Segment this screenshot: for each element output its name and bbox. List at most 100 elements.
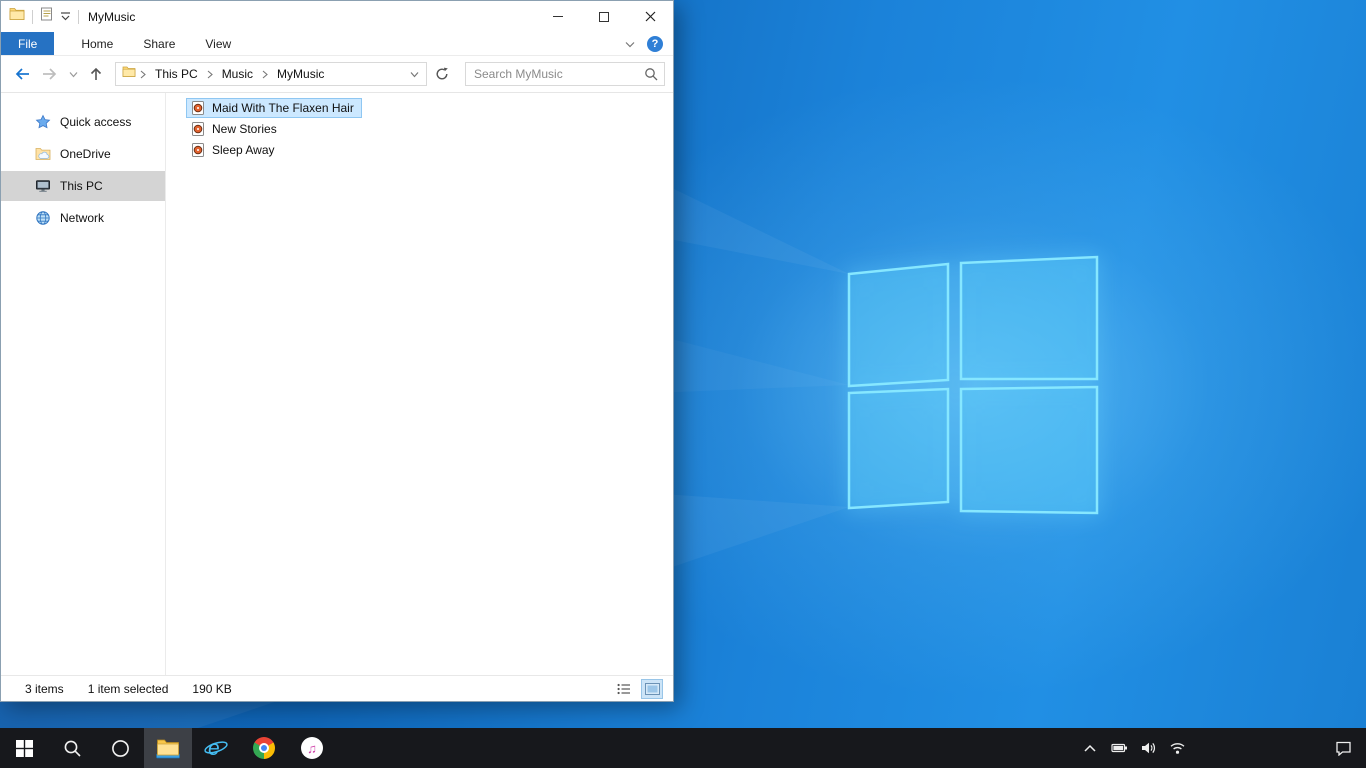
file-selection-chip[interactable]: New Stories [186, 119, 285, 139]
sidebar-item-this-pc[interactable]: This PC [1, 171, 165, 201]
breadcrumb-music[interactable]: Music [217, 65, 258, 83]
file-explorer-window: MyMusic File Home Share View ? This PC M… [0, 0, 674, 702]
file-selection-chip[interactable]: Sleep Away [186, 140, 283, 160]
sidebar-item-label: OneDrive [60, 147, 111, 161]
file-row[interactable]: Sleep Away [186, 139, 673, 160]
refresh-button[interactable] [429, 62, 455, 86]
breadcrumb-chevron-icon[interactable] [206, 70, 214, 79]
minimize-button[interactable] [535, 1, 581, 32]
breadcrumb-chevron-icon[interactable] [261, 70, 269, 79]
file-name: Sleep Away [212, 142, 275, 157]
action-center-button[interactable] [1320, 728, 1366, 768]
battery-icon [1110, 743, 1127, 753]
navigation-toolbar: This PC Music MyMusic [1, 56, 673, 93]
address-bar[interactable]: This PC Music MyMusic [115, 62, 427, 86]
audio-file-icon [192, 142, 204, 157]
ribbon-right-controls: ? [625, 32, 673, 55]
sidebar-item-label: This PC [60, 179, 103, 193]
taskbar: e ♫ [0, 728, 1366, 768]
cortana-button[interactable] [96, 728, 144, 768]
titlebar[interactable]: MyMusic [1, 1, 673, 32]
window-title: MyMusic [88, 9, 136, 24]
close-button[interactable] [627, 1, 673, 32]
qat-customize-chevron-icon[interactable] [60, 8, 71, 26]
separator [32, 9, 33, 24]
large-icons-view-icon [644, 682, 660, 695]
qat-properties-icon[interactable] [40, 7, 53, 26]
separator [78, 9, 79, 24]
taskbar-search-button[interactable] [48, 728, 96, 768]
file-name: New Stories [212, 121, 277, 136]
tab-share[interactable]: Share [128, 32, 190, 55]
system-folder-icon[interactable] [9, 7, 25, 26]
close-icon [645, 11, 655, 22]
action-center-icon [1335, 741, 1351, 756]
taskbar-file-explorer-button[interactable] [144, 728, 192, 768]
onedrive-icon [35, 148, 51, 160]
windows-start-icon [15, 739, 33, 757]
forward-arrow-icon [43, 68, 57, 80]
file-list[interactable]: Maid With The Flaxen Hair New Stories Sl… [166, 93, 673, 675]
tab-view[interactable]: View [190, 32, 246, 55]
breadcrumb-mymusic[interactable]: MyMusic [272, 65, 329, 83]
sidebar-item-onedrive[interactable]: OneDrive [1, 139, 165, 169]
large-icons-view-button[interactable] [641, 678, 663, 699]
ribbon-tab-bar: File Home Share View ? [1, 32, 673, 56]
file-row[interactable]: New Stories [186, 118, 673, 139]
navigation-pane: Quick access OneDrive This PC Network [1, 93, 166, 675]
expand-ribbon-chevron-icon[interactable] [625, 35, 635, 53]
file-explorer-icon [156, 739, 180, 758]
help-button[interactable]: ? [647, 35, 663, 52]
network-wifi-button[interactable] [1166, 728, 1188, 768]
breadcrumb-chevron-icon [139, 70, 147, 79]
search-icon [64, 740, 81, 757]
status-selection: 1 item selected [87, 681, 169, 696]
address-dropdown-chevron-icon[interactable] [405, 71, 423, 78]
file-name: Maid With The Flaxen Hair [212, 100, 354, 115]
maximize-icon [599, 11, 609, 22]
caption-buttons [535, 1, 673, 32]
details-view-icon [617, 683, 630, 694]
details-view-button[interactable] [613, 679, 635, 699]
itunes-icon: ♫ [301, 737, 323, 759]
maximize-button[interactable] [581, 1, 627, 32]
battery-status-button[interactable] [1108, 728, 1130, 768]
this-pc-icon [36, 180, 50, 192]
view-switcher [613, 678, 673, 699]
forward-button[interactable] [37, 61, 63, 87]
chrome-icon [253, 737, 275, 759]
itunes-button[interactable]: ♫ [288, 728, 336, 768]
start-button[interactable] [0, 728, 48, 768]
network-icon [36, 211, 50, 225]
internet-explorer-icon: e [204, 737, 228, 760]
sidebar-item-label: Network [60, 211, 105, 225]
search-box[interactable] [465, 62, 665, 86]
sidebar-item-quick-access[interactable]: Quick access [1, 107, 165, 137]
chrome-icon-dot [261, 745, 267, 751]
file-selection-chip[interactable]: Maid With The Flaxen Hair [186, 97, 362, 118]
breadcrumb-this-pc[interactable]: This PC [150, 65, 203, 83]
status-item-count: 3 items [25, 681, 64, 696]
recent-locations-chevron[interactable] [65, 61, 81, 87]
sidebar-item-network[interactable]: Network [1, 203, 165, 233]
up-arrow-icon [90, 67, 102, 80]
back-button[interactable] [9, 61, 35, 87]
file-row[interactable]: Maid With The Flaxen Hair [186, 97, 673, 118]
audio-file-icon [192, 121, 204, 136]
tab-file[interactable]: File [1, 32, 55, 55]
search-icon[interactable] [644, 67, 658, 81]
internet-explorer-button[interactable]: e [192, 728, 240, 768]
volume-button[interactable] [1137, 728, 1159, 768]
svg-text:e: e [208, 737, 220, 760]
refresh-icon [436, 67, 448, 80]
up-button[interactable] [83, 61, 109, 87]
audio-file-icon [192, 100, 204, 115]
sidebar-item-label: Quick access [60, 115, 132, 129]
quick-access-toolbar [9, 7, 79, 26]
explorer-main-area: Quick access OneDrive This PC Network Ma… [1, 93, 673, 675]
chrome-button[interactable] [240, 728, 288, 768]
show-hidden-icons-button[interactable] [1079, 728, 1101, 768]
search-input[interactable] [474, 67, 644, 81]
tab-home[interactable]: Home [66, 32, 128, 55]
status-size: 190 KB [192, 681, 232, 696]
